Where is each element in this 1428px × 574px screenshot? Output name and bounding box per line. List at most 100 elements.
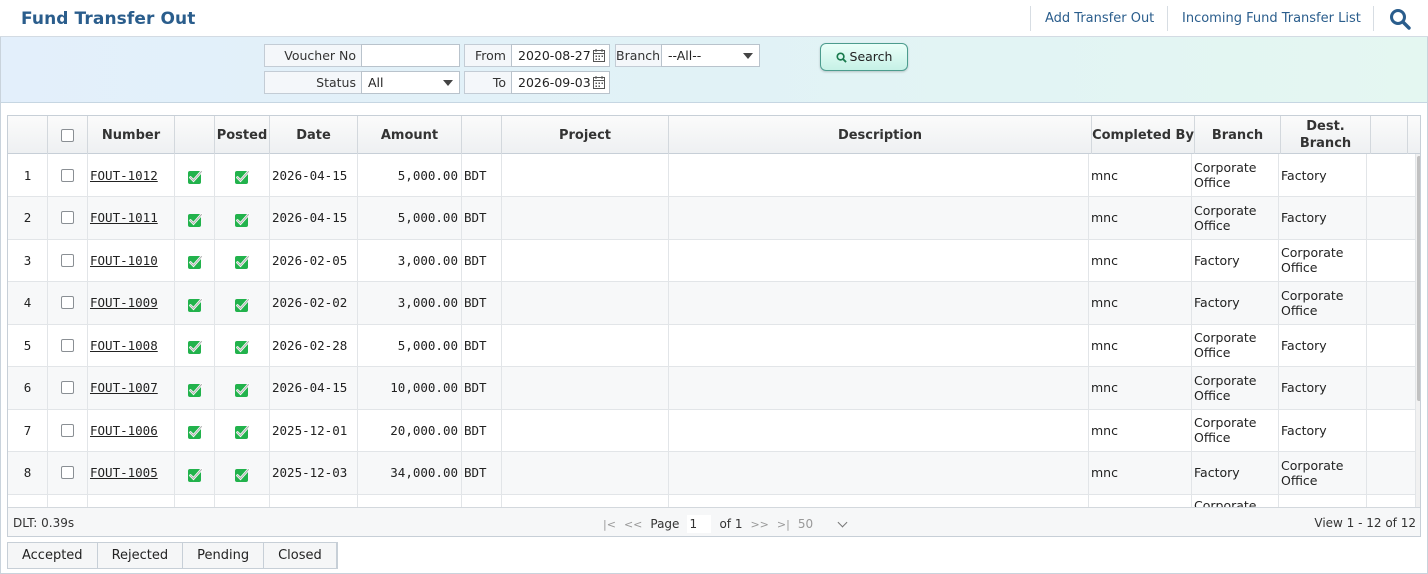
next-page-icon[interactable]: >> bbox=[750, 518, 768, 531]
voucher-link[interactable]: FOUT-1009 bbox=[90, 295, 158, 310]
row-checkbox-cell[interactable] bbox=[48, 409, 88, 451]
branch-select[interactable]: --All-- bbox=[661, 44, 760, 67]
table-row[interactable]: 4 FOUT-1009 2026-02-02 3,000.00 BDT mnc Factor… bbox=[8, 281, 1416, 325]
add-transfer-out-link[interactable]: Add Transfer Out bbox=[1045, 11, 1154, 26]
col-description[interactable]: Description bbox=[669, 116, 1092, 154]
first-page-icon[interactable]: |< bbox=[603, 518, 616, 531]
voucher-number-link[interactable]: FOUT-1009 bbox=[88, 281, 175, 324]
table-row[interactable]: 3 FOUT-1010 2026-02-05 3,000.00 BDT mnc Factor… bbox=[8, 239, 1416, 282]
calendar-icon[interactable] bbox=[593, 76, 605, 89]
row-number: 4 bbox=[8, 281, 48, 324]
scrollbar-thumb[interactable] bbox=[1417, 156, 1420, 401]
currency-cell-text: BDT bbox=[464, 295, 487, 310]
completed-by-cell: mnc bbox=[1089, 154, 1192, 196]
page-size-value: 50 bbox=[797, 517, 814, 531]
voucher-number-link[interactable]: FOUT-1011 bbox=[88, 196, 175, 239]
grid-scrollbar[interactable] bbox=[1416, 154, 1420, 507]
table-row[interactable]: 6 FOUT-1007 2026-04-15 10,000.00 BDT mnc Corpo… bbox=[8, 366, 1416, 410]
page-label: Page bbox=[650, 517, 680, 531]
search-icon[interactable] bbox=[1388, 7, 1412, 31]
voucher-link[interactable]: FOUT-1012 bbox=[90, 168, 158, 183]
voucher-link[interactable]: FOUT-1010 bbox=[90, 253, 158, 268]
row-checkbox-cell[interactable] bbox=[48, 281, 88, 324]
col-posted[interactable]: Posted bbox=[215, 116, 270, 154]
search-button[interactable]: Search bbox=[820, 43, 908, 71]
tab-pending[interactable]: Pending bbox=[183, 543, 265, 568]
date-cell-text: 2026-02-28 bbox=[272, 337, 348, 353]
page-size-select[interactable]: 50 bbox=[797, 515, 848, 533]
completed-by-cell: mnc bbox=[1089, 366, 1192, 409]
voucher-number-link[interactable]: FOUT-1007 bbox=[88, 366, 175, 409]
col-date[interactable]: Date bbox=[270, 116, 358, 154]
row-checkbox-cell[interactable] bbox=[48, 324, 88, 366]
row-checkbox-cell[interactable] bbox=[48, 366, 88, 409]
branch-cell-text: Corporate Office bbox=[1194, 202, 1257, 233]
col-amount[interactable]: Amount bbox=[358, 116, 462, 154]
voucher-number-link[interactable]: FOUT-1010 bbox=[88, 239, 175, 281]
table-row[interactable]: 5 FOUT-1008 2026-02-28 5,000.00 BDT mnc Corpor… bbox=[8, 324, 1416, 367]
row-checkbox-cell[interactable] bbox=[48, 154, 88, 196]
row-number: 3 bbox=[8, 239, 48, 281]
row-checkbox-cell[interactable] bbox=[48, 196, 88, 239]
page-title: Fund Transfer Out bbox=[21, 9, 196, 29]
row-number-text: 3 bbox=[23, 252, 32, 268]
voucher-link[interactable]: FOUT-1011 bbox=[90, 210, 158, 225]
incoming-fund-transfer-list-link[interactable]: Incoming Fund Transfer List bbox=[1182, 11, 1361, 26]
row-checkbox[interactable] bbox=[61, 338, 74, 352]
voucher-number-link[interactable] bbox=[88, 494, 175, 507]
col-number[interactable]: Number bbox=[88, 116, 175, 154]
voucher-link[interactable]: FOUT-1008 bbox=[90, 338, 158, 353]
row-checkbox[interactable] bbox=[61, 253, 74, 267]
row-number-text: 1 bbox=[23, 167, 32, 183]
last-page-icon[interactable]: >| bbox=[777, 518, 790, 531]
row-checkbox-cell[interactable] bbox=[48, 239, 88, 281]
completed-by-cell: mnc bbox=[1089, 239, 1192, 281]
from-date-input[interactable]: 2020-08-27 bbox=[511, 44, 610, 67]
table-row[interactable]: 1 FOUT-1012 2026-04-15 5,000.00 BDT mnc Corpor… bbox=[8, 154, 1416, 197]
row-checkbox[interactable] bbox=[61, 466, 74, 479]
row-checkbox[interactable] bbox=[61, 381, 74, 394]
date-cell: 2026-02-02 bbox=[270, 281, 358, 324]
table-row[interactable]: 2 FOUT-1011 2026-04-15 5,000.00 BDT mnc Corpor… bbox=[8, 196, 1416, 240]
table-row[interactable]: 8 FOUT-1005 2025-12-03 34,000.00 BDT mnc Facto… bbox=[8, 451, 1416, 495]
col-project[interactable]: Project bbox=[502, 116, 669, 154]
col-completed-by[interactable]: Completed By bbox=[1092, 116, 1195, 154]
branch-cell: Corporate bbox=[1192, 494, 1279, 507]
prev-page-icon[interactable]: << bbox=[624, 518, 642, 531]
voucher-link[interactable]: FOUT-1005 bbox=[90, 465, 158, 480]
status-select[interactable]: All bbox=[361, 71, 460, 94]
table-row[interactable]: 7 FOUT-1006 2025-12-01 20,000.00 BDT mnc Corpo… bbox=[8, 409, 1416, 452]
table-row[interactable]: Corporate bbox=[8, 494, 1416, 507]
voucher-number-link[interactable]: FOUT-1006 bbox=[88, 409, 175, 451]
col-branch[interactable]: Branch bbox=[1195, 116, 1281, 154]
voucher-no-input[interactable] bbox=[361, 44, 460, 67]
calendar-icon[interactable] bbox=[593, 49, 605, 62]
voucher-number-link[interactable]: FOUT-1012 bbox=[88, 154, 175, 196]
completed-by-cell-text: mnc bbox=[1091, 210, 1118, 225]
description-cell bbox=[669, 154, 1089, 196]
row-checkbox[interactable] bbox=[61, 168, 74, 182]
row-checkbox[interactable] bbox=[61, 423, 74, 437]
voucher-number-link[interactable]: FOUT-1008 bbox=[88, 324, 175, 366]
voucher-link[interactable]: FOUT-1007 bbox=[90, 380, 158, 395]
col-dest-branch[interactable]: Dest. Branch bbox=[1281, 116, 1371, 154]
select-all-checkbox[interactable] bbox=[61, 128, 74, 142]
voucher-number-link[interactable]: FOUT-1005 bbox=[88, 451, 175, 494]
to-date-input[interactable]: 2026-09-03 bbox=[511, 71, 610, 94]
row-checkbox[interactable] bbox=[61, 296, 74, 309]
date-cell-text: 2026-02-02 bbox=[272, 295, 348, 310]
approved-cell bbox=[175, 324, 215, 366]
project-cell bbox=[502, 366, 669, 409]
row-number: 2 bbox=[8, 196, 48, 239]
row-checkbox[interactable] bbox=[61, 211, 74, 224]
row-checkbox-cell[interactable] bbox=[48, 494, 88, 507]
page-number-input[interactable]: 1 bbox=[687, 515, 712, 533]
currency-cell: BDT bbox=[462, 281, 502, 324]
header-divider bbox=[1030, 6, 1031, 31]
tab-closed[interactable]: Closed bbox=[264, 543, 337, 568]
row-checkbox-cell[interactable] bbox=[48, 451, 88, 494]
tab-accepted[interactable]: Accepted bbox=[8, 543, 98, 568]
voucher-link[interactable]: FOUT-1006 bbox=[90, 423, 158, 438]
posted-cell bbox=[215, 494, 270, 507]
tab-rejected[interactable]: Rejected bbox=[98, 543, 184, 568]
